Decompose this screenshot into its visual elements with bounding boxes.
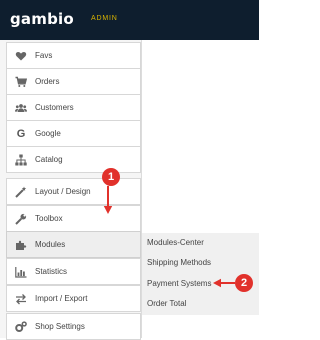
- annotation-arrow-left: [213, 278, 235, 288]
- sidebar-item-label: Statistics: [35, 267, 68, 276]
- sidebar-item-toolbox[interactable]: Toolbox: [6, 205, 141, 232]
- sidebar-item-label: Import / Export: [35, 294, 88, 303]
- exchange-icon: [15, 293, 27, 305]
- annotation-arrow-down: [103, 186, 113, 214]
- annotation-marker-1: 1: [102, 168, 120, 186]
- puzzle-icon: [15, 239, 27, 251]
- cart-icon: [15, 76, 27, 88]
- submenu-item-shipping-methods[interactable]: Shipping Methods: [147, 258, 211, 267]
- sidebar-item-label: Layout / Design: [35, 187, 91, 196]
- users-icon: [15, 102, 27, 114]
- sidebar-item-label: Modules: [35, 240, 66, 249]
- admin-badge: ADMIN: [91, 15, 118, 22]
- google-icon: G: [16, 127, 26, 140]
- magic-wand-icon: [15, 186, 27, 198]
- wrench-icon: [15, 213, 27, 225]
- sidebar-item-statistics[interactable]: Statistics: [6, 258, 141, 285]
- annotation-marker-2: 2: [235, 274, 253, 292]
- gears-icon: [15, 320, 27, 333]
- top-bar: gambio ADMIN: [0, 0, 259, 40]
- submenu-item-payment-systems[interactable]: Payment Systems: [147, 279, 211, 288]
- sidebar-item-label: Google: [35, 129, 61, 138]
- sidebar-item-label: Customers: [35, 103, 74, 112]
- sidebar-item-customers[interactable]: Customers: [6, 94, 141, 121]
- sidebar: Favs Orders Customers G Google Catalog L…: [0, 40, 142, 340]
- sidebar-item-google[interactable]: G Google: [6, 120, 141, 147]
- brand-logo[interactable]: gambio: [10, 10, 74, 28]
- sidebar-item-modules[interactable]: Modules: [6, 231, 141, 258]
- heart-icon: [15, 50, 27, 62]
- sidebar-item-label: Orders: [35, 77, 60, 86]
- chart-icon: [15, 266, 27, 278]
- sidebar-item-catalog[interactable]: Catalog: [6, 146, 141, 173]
- submenu-item-modules-center[interactable]: Modules-Center: [147, 238, 204, 247]
- sidebar-item-label: Catalog: [35, 155, 63, 164]
- submenu-item-order-total[interactable]: Order Total: [147, 299, 186, 308]
- sidebar-item-favs[interactable]: Favs: [6, 42, 141, 69]
- sitemap-icon: [15, 154, 27, 166]
- sidebar-item-import-export[interactable]: Import / Export: [6, 285, 141, 312]
- sidebar-item-label: Shop Settings: [35, 322, 85, 331]
- sidebar-item-label: Toolbox: [35, 214, 63, 223]
- sidebar-item-label: Favs: [35, 51, 53, 60]
- sidebar-item-layout-design[interactable]: Layout / Design: [6, 178, 141, 205]
- sidebar-item-orders[interactable]: Orders: [6, 68, 141, 95]
- sidebar-item-shop-settings[interactable]: Shop Settings: [6, 313, 141, 340]
